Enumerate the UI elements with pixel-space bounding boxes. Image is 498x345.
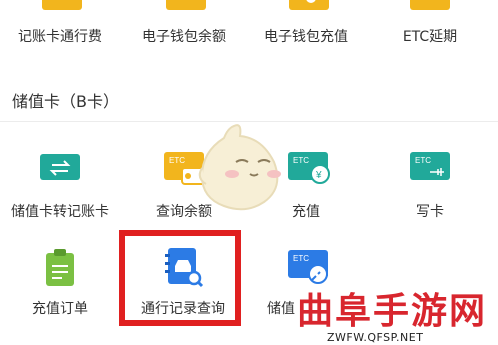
card-transfer-icon[interactable]	[38, 150, 82, 184]
row2-item-label: 充值订单	[32, 301, 88, 317]
etc-key-icon[interactable]: ETC	[286, 248, 332, 286]
wallet-balance-icon[interactable]	[164, 0, 208, 12]
top-item-label: ETC延期	[402, 29, 458, 45]
etc-recharge-icon[interactable]: ETC ¥	[286, 150, 332, 186]
row1-item-label: 写卡	[416, 204, 444, 220]
wallet-recharge-icon[interactable]	[287, 0, 331, 12]
section-title: 储值卡（B卡）	[12, 92, 119, 111]
watermark-url: ZWFW.QFSP.NET	[327, 331, 424, 344]
svg-text:¥: ¥	[315, 170, 322, 181]
etc-badge: ETC	[293, 254, 309, 263]
recharge-order-icon[interactable]	[44, 248, 76, 288]
top-item-label: 电子钱包充值	[264, 29, 348, 45]
etc-write-card-icon[interactable]: ETC	[408, 150, 452, 184]
etc-badge: ETC	[415, 156, 431, 165]
row2-item-label: 储值	[267, 301, 295, 317]
card-toll-icon[interactable]	[40, 0, 84, 12]
row1-item-label: 充值	[292, 204, 320, 220]
top-item-label: 电子钱包余额	[142, 29, 226, 45]
mascot-sticker-icon	[198, 124, 281, 211]
etc-badge: ETC	[169, 156, 185, 165]
etc-extend-icon[interactable]	[408, 0, 452, 12]
etc-badge: ETC	[293, 156, 309, 165]
top-item-label: 记账卡通行费	[18, 29, 102, 45]
highlight-box	[119, 230, 241, 326]
row1-item-label: 储值卡转记账卡	[11, 204, 109, 220]
watermark-text: 曲阜手游网	[296, 290, 488, 333]
